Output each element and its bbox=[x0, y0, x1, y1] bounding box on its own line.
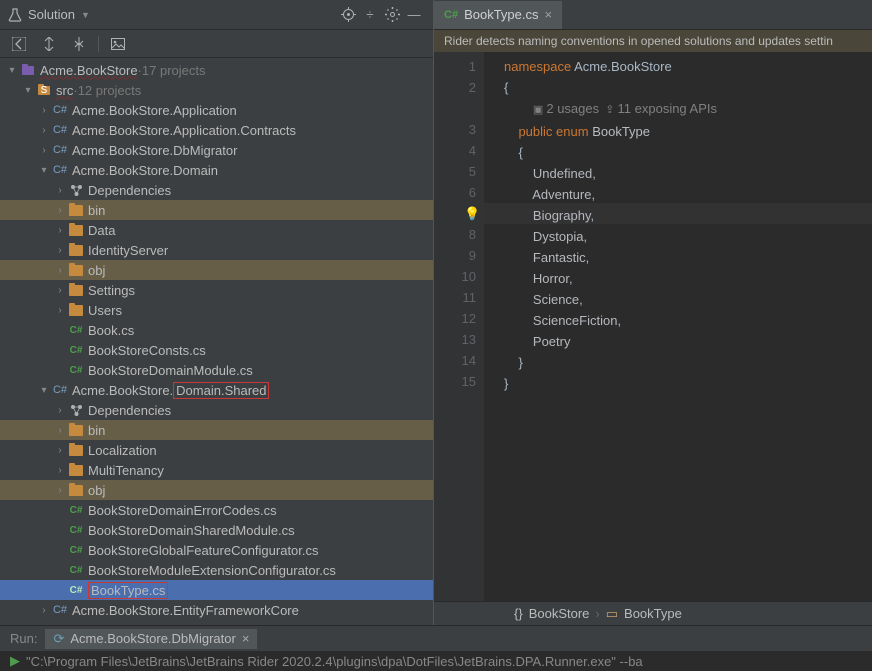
breadcrumb[interactable]: {} BookStore › ▭ BookType bbox=[434, 601, 872, 625]
namespace-icon: {} bbox=[514, 606, 523, 621]
file-book[interactable]: C#Book.cs bbox=[0, 320, 433, 340]
root-node[interactable]: ▾Acme.BookStore · 17 projects bbox=[0, 60, 433, 80]
enum-icon: ▭ bbox=[606, 606, 618, 622]
notification-banner: Rider detects naming conventions in open… bbox=[434, 30, 872, 52]
play-icon[interactable]: ▶ bbox=[10, 653, 20, 669]
file-moduleext[interactable]: C#BookStoreModuleExtensionConfigurator.c… bbox=[0, 560, 433, 580]
file-errorcodes[interactable]: C#BookStoreDomainErrorCodes.cs bbox=[0, 500, 433, 520]
file-booktype[interactable]: C#BookType.cs bbox=[0, 580, 433, 600]
folder-data[interactable]: ›Data bbox=[0, 220, 433, 240]
code-editor[interactable]: 123456789101112131415 💡 namespace Acme.B… bbox=[434, 52, 872, 601]
file-domainmodule[interactable]: C#BookStoreDomainModule.cs bbox=[0, 360, 433, 380]
folder-settings[interactable]: ›Settings bbox=[0, 280, 433, 300]
target-icon[interactable] bbox=[337, 4, 359, 26]
folder-identityserver[interactable]: ›IdentityServer bbox=[0, 240, 433, 260]
proj-efcore[interactable]: ›C#Acme.BookStore.EntityFrameworkCore bbox=[0, 600, 433, 620]
dependencies2[interactable]: ›Dependencies bbox=[0, 400, 433, 420]
folder-multitenancy[interactable]: ›MultiTenancy bbox=[0, 460, 433, 480]
folder-bin2[interactable]: ›bin bbox=[0, 420, 433, 440]
close-icon[interactable]: × bbox=[242, 631, 250, 646]
solution-title[interactable]: Solution ▼ bbox=[8, 7, 90, 22]
console-output: ▶ "C:\Program Files\JetBrains\JetBrains … bbox=[0, 651, 872, 671]
flask-icon bbox=[8, 8, 22, 22]
folder-bin[interactable]: ›bin bbox=[0, 200, 433, 220]
run-toolwindow[interactable]: Run: ⟳ Acme.BookStore.DbMigrator × bbox=[0, 625, 872, 651]
dependencies[interactable]: ›Dependencies bbox=[0, 180, 433, 200]
tab-booktype[interactable]: C# BookType.cs × bbox=[434, 1, 562, 29]
close-icon[interactable]: × bbox=[545, 7, 553, 22]
folder-localization[interactable]: ›Localization bbox=[0, 440, 433, 460]
svg-text:s: s bbox=[41, 83, 48, 96]
image-icon[interactable] bbox=[107, 33, 129, 55]
dotnet-icon: ⟳ bbox=[53, 631, 64, 647]
collapse-icon[interactable] bbox=[68, 33, 90, 55]
divide-icon[interactable]: ÷ bbox=[359, 4, 381, 26]
csharp-icon: C# bbox=[444, 9, 458, 21]
proj-app[interactable]: ›C#Acme.BookStore.Application bbox=[0, 100, 433, 120]
file-globalfeature[interactable]: C#BookStoreGlobalFeatureConfigurator.cs bbox=[0, 540, 433, 560]
proj-app-contracts[interactable]: ›C#Acme.BookStore.Application.Contracts bbox=[0, 120, 433, 140]
proj-domain-shared[interactable]: ▾C#Acme.BookStore.Domain.Shared bbox=[0, 380, 433, 400]
gutter[interactable]: 123456789101112131415 💡 bbox=[434, 52, 484, 601]
minimize-icon[interactable]: — bbox=[403, 4, 425, 26]
src-node[interactable]: ▾ssrc · 12 projects bbox=[0, 80, 433, 100]
file-consts[interactable]: C#BookStoreConsts.cs bbox=[0, 340, 433, 360]
folder-obj2[interactable]: ›obj bbox=[0, 480, 433, 500]
lightbulb-icon[interactable]: 💡 bbox=[464, 203, 480, 224]
folder-obj[interactable]: ›obj bbox=[0, 260, 433, 280]
file-sharedmodule[interactable]: C#BookStoreDomainSharedModule.cs bbox=[0, 520, 433, 540]
folder-users[interactable]: ›Users bbox=[0, 300, 433, 320]
gear-icon[interactable] bbox=[381, 4, 403, 26]
solution-tree[interactable]: ▾Acme.BookStore · 17 projects ▾ssrc · 12… bbox=[0, 58, 433, 625]
editor-tabbar: C# BookType.cs × bbox=[434, 0, 872, 30]
proj-dbmigrator[interactable]: ›C#Acme.BookStore.DbMigrator bbox=[0, 140, 433, 160]
run-tab[interactable]: ⟳ Acme.BookStore.DbMigrator × bbox=[45, 629, 257, 649]
expand-icon[interactable] bbox=[38, 33, 60, 55]
back-icon[interactable] bbox=[8, 33, 30, 55]
proj-domain[interactable]: ▾C#Acme.BookStore.Domain bbox=[0, 160, 433, 180]
